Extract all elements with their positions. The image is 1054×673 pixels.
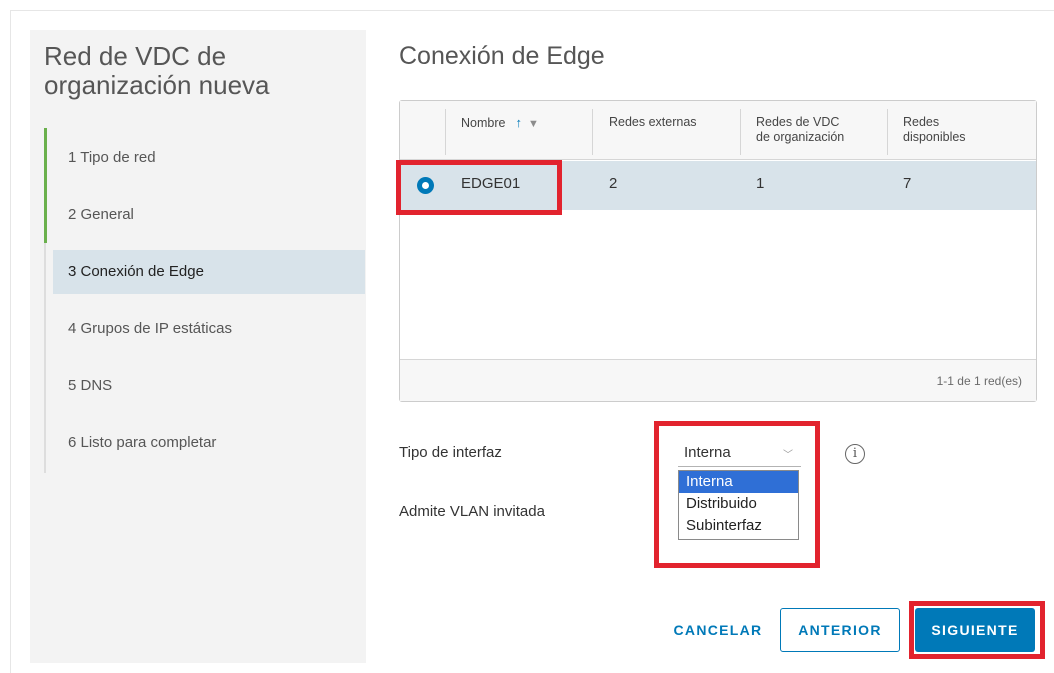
info-icon[interactable]: i [845, 444, 865, 464]
datagrid-footer: 1-1 de 1 red(es) [400, 359, 1036, 401]
step-grupos-ip[interactable]: 4 Grupos de IP estáticas [53, 307, 365, 351]
option-subinterfaz[interactable]: Subinterfaz [679, 515, 798, 537]
chevron-down-icon: ﹀ [783, 450, 793, 461]
step-conexion-de-edge[interactable]: 3 Conexión de Edge [53, 250, 365, 294]
annotation-box-edge-row [396, 160, 562, 215]
edge-datagrid: Nombre ↑ ▼ Redes externas Redes de VDC de … [399, 100, 1037, 402]
step-tipo-de-red[interactable]: 1 Tipo de red [53, 136, 365, 180]
step-general[interactable]: 2 General [53, 193, 365, 237]
interface-type-options: Interna Distribuido Subinterfaz [678, 470, 799, 540]
interface-type-select[interactable]: Interna ﹀ [678, 439, 801, 467]
sort-ascending-icon[interactable]: ↑ [515, 115, 522, 130]
dialog-border-left [10, 10, 11, 673]
guest-vlan-label: Admite VLAN invitada [399, 503, 545, 520]
column-header-redes-disponibles[interactable]: Redes disponibles [903, 115, 966, 145]
column-separator [887, 109, 888, 155]
select-current-value: Interna [684, 444, 731, 461]
column-header-nombre[interactable]: Nombre ↑ ▼ [461, 115, 539, 132]
cancel-button[interactable]: CANCELAR [660, 608, 776, 652]
column-label-nombre: Nombre [461, 116, 506, 130]
previous-button[interactable]: ANTERIOR [780, 608, 900, 652]
column-header-redes-vdc[interactable]: Redes de VDC de organización [756, 115, 844, 145]
wizard-dialog: Red de VDC de organización nueva 1 Tipo … [0, 0, 1054, 673]
filter-icon[interactable]: ▼ [528, 118, 539, 130]
cell-redes-disponibles: 7 [903, 175, 912, 192]
datagrid-header: Nombre ↑ ▼ Redes externas Redes de VDC de … [400, 101, 1036, 160]
column-separator [740, 109, 741, 155]
column-separator [592, 109, 593, 155]
cell-redes-externas: 2 [609, 175, 618, 192]
option-distribuido[interactable]: Distribuido [679, 493, 798, 515]
next-button[interactable]: SIGUIENTE [915, 608, 1035, 652]
wizard-title: Red de VDC de organización nueva [44, 41, 270, 100]
column-header-redes-externas[interactable]: Redes externas [609, 115, 697, 130]
pagination-count: 1-1 de 1 red(es) [936, 374, 1022, 388]
step-dns[interactable]: 5 DNS [53, 364, 365, 408]
cell-redes-vdc: 1 [756, 175, 765, 192]
interface-type-label: Tipo de interfaz [399, 444, 502, 461]
dialog-border-top [10, 10, 1054, 11]
option-interna[interactable]: Interna [679, 471, 798, 493]
step-listo[interactable]: 6 Listo para completar [53, 421, 365, 465]
column-separator [445, 109, 446, 155]
steps-track-completed [44, 128, 47, 243]
page-title: Conexión de Edge [399, 42, 605, 70]
